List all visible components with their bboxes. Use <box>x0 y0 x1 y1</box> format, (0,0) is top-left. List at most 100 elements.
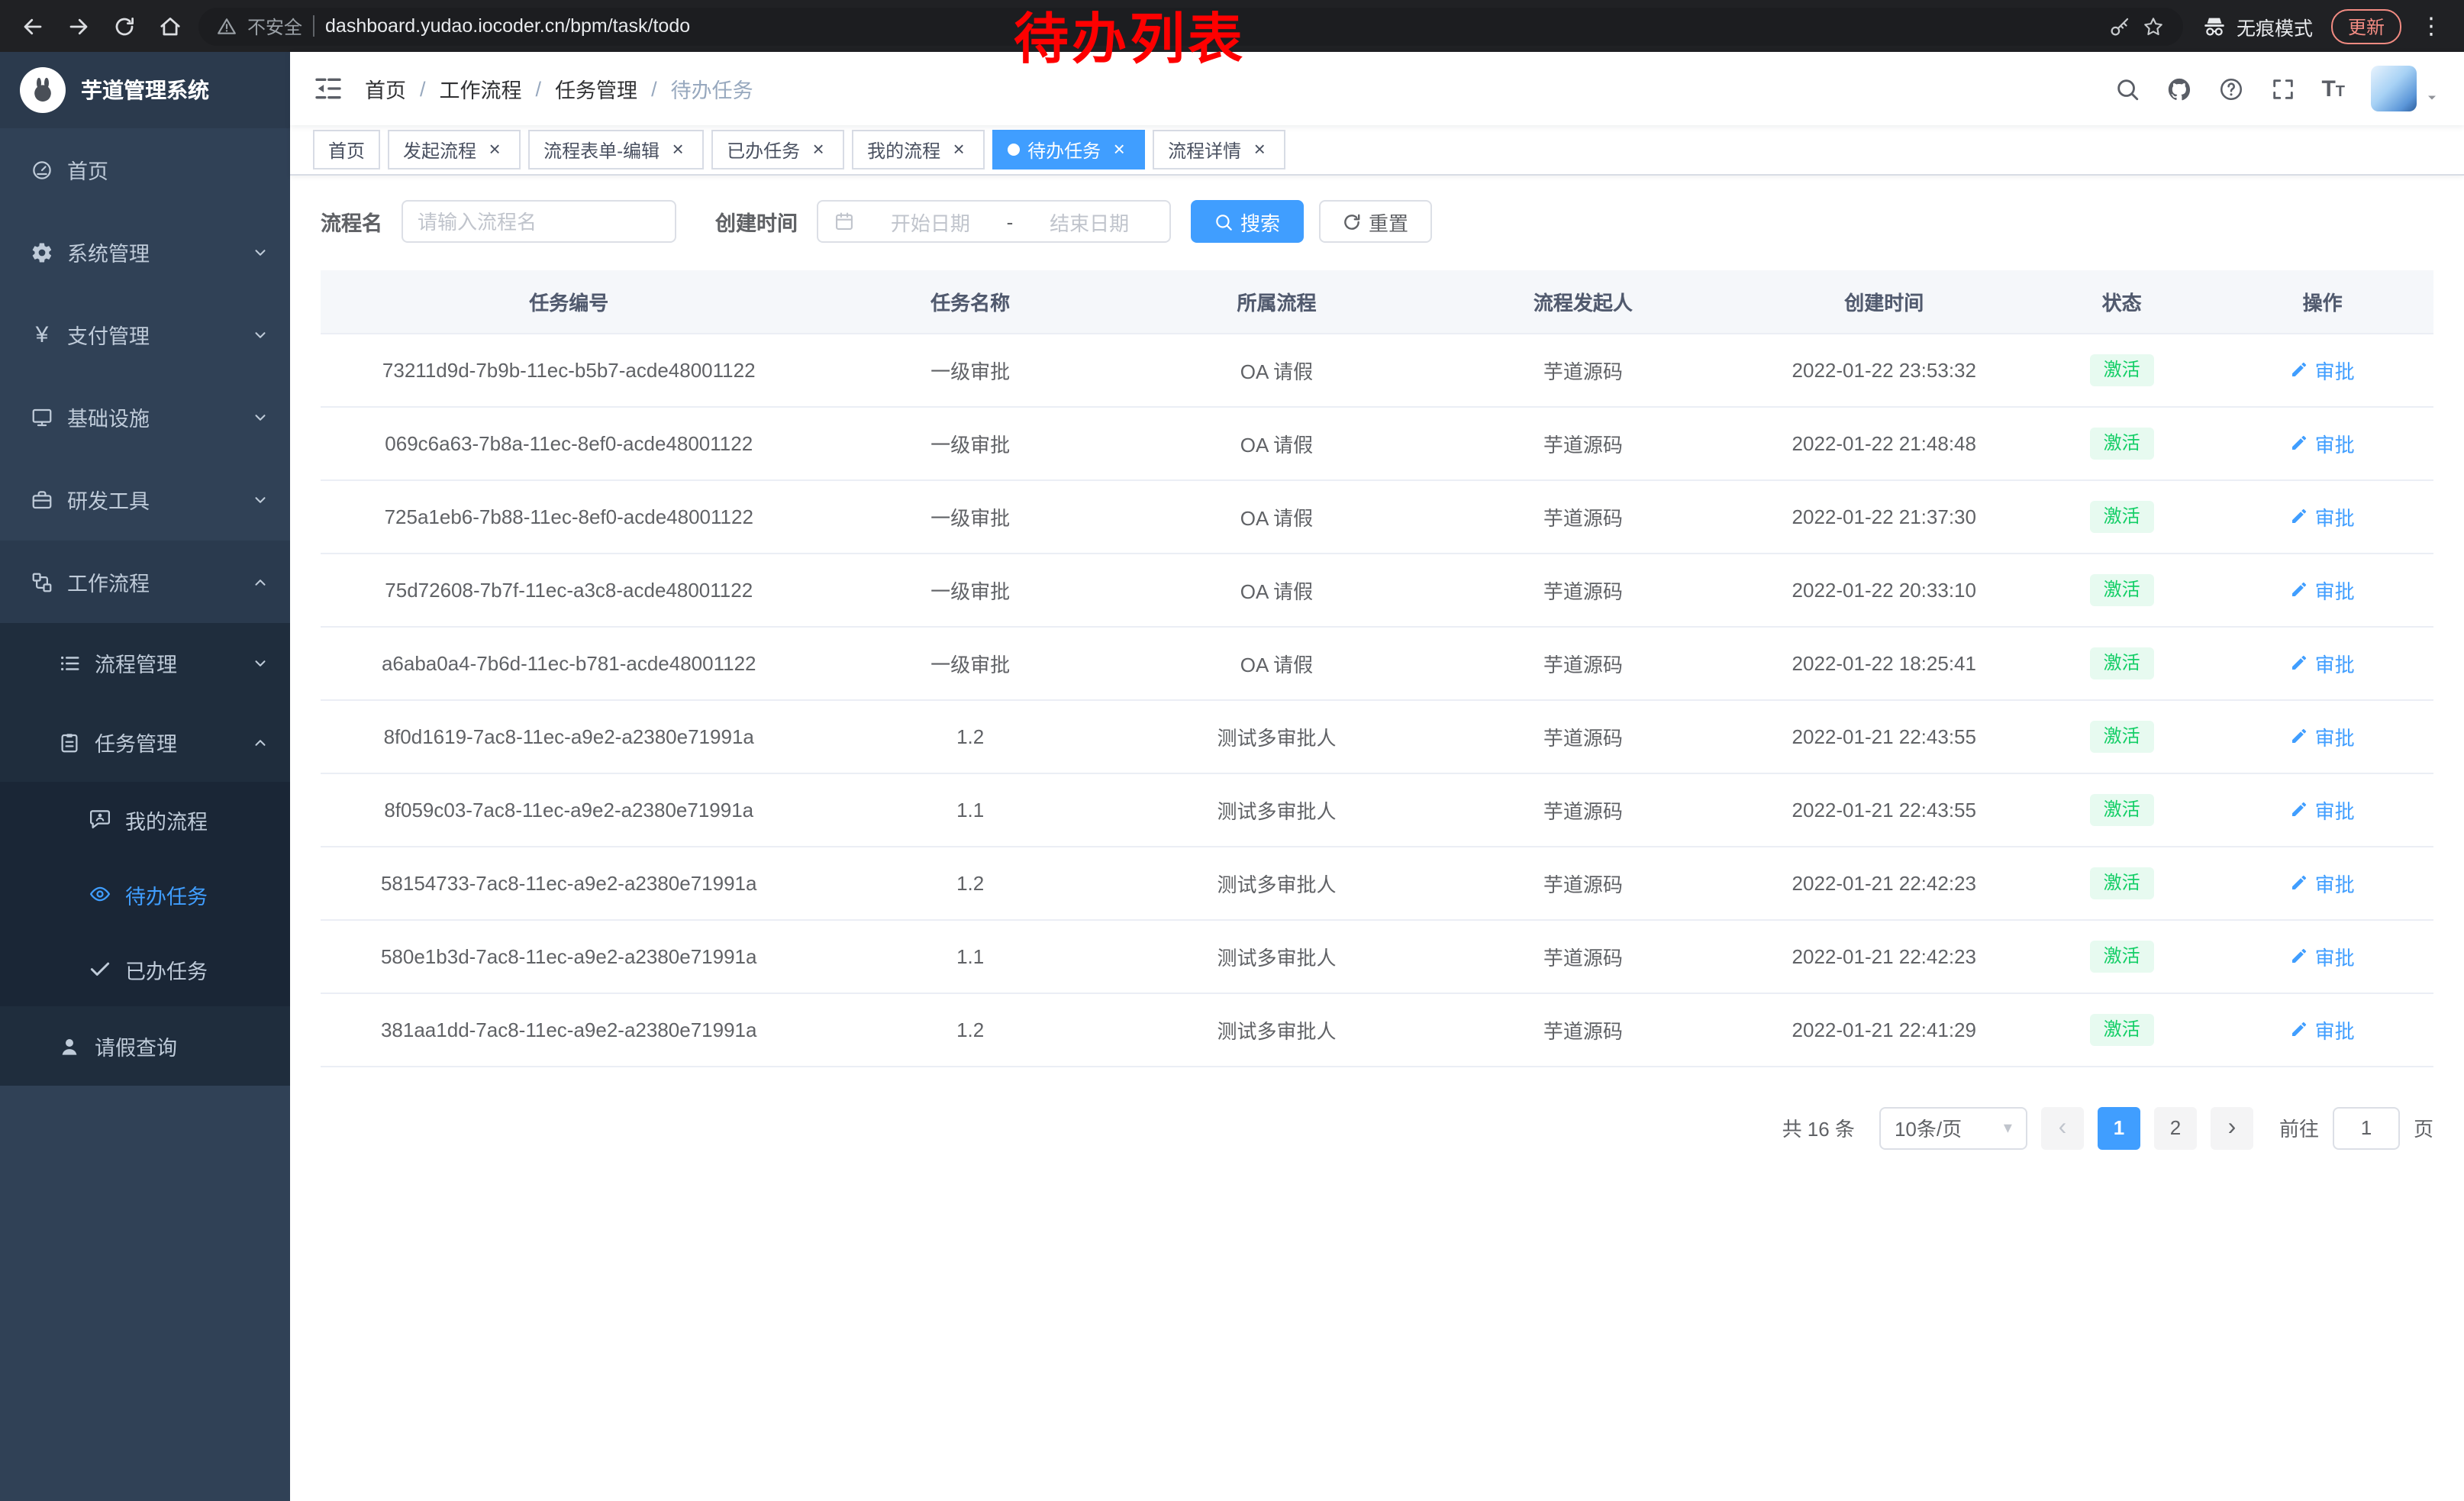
cell-created: 2022-01-22 20:33:10 <box>1737 553 2033 626</box>
font-size-large-glyph: T <box>2321 76 2335 102</box>
process-name-input[interactable] <box>401 200 676 243</box>
cell-created: 2022-01-22 18:25:41 <box>1737 626 2033 699</box>
approve-link[interactable]: 审批 <box>2291 428 2355 457</box>
tags-view: 首页 发起流程 × 流程表单-编辑 × 已办任务 × <box>290 125 2464 176</box>
breadcrumb-home[interactable]: 首页 <box>365 73 406 104</box>
sidebar-collapse-icon[interactable] <box>313 73 343 104</box>
approve-link[interactable]: 审批 <box>2291 648 2355 677</box>
table-row: 58154733-7ac8-11ec-a9e2-a2380e71991a 1.2… <box>321 846 2433 919</box>
user-menu[interactable] <box>2371 66 2441 111</box>
address-bar[interactable]: 不安全 dashboard.yudao.iocoder.cn/bpm/task/… <box>198 7 2183 45</box>
breadcrumb-task-mgmt[interactable]: 任务管理 <box>555 73 637 104</box>
password-key-icon[interactable] <box>2108 15 2131 37</box>
tab-home[interactable]: 首页 <box>313 130 380 169</box>
close-icon[interactable]: × <box>1249 139 1270 160</box>
sidebar-item-leave-query[interactable]: 请假查询 <box>0 1006 290 1086</box>
close-icon[interactable]: × <box>484 139 505 160</box>
sidebar-item-done-task[interactable]: 已办任务 <box>0 931 290 1006</box>
sidebar-item-my-process[interactable]: 我的流程 <box>0 782 290 857</box>
prev-page-button[interactable]: ‹ <box>2041 1106 2084 1149</box>
tab-start-process[interactable]: 发起流程 × <box>388 130 521 169</box>
browser-home-button[interactable] <box>153 9 186 43</box>
cell-process: 测试多审批人 <box>1124 919 1430 993</box>
cell-initiator: 芋道源码 <box>1430 406 1736 479</box>
reset-button-label: 重置 <box>1369 207 1408 236</box>
app-logo[interactable]: 芋道管理系统 <box>0 52 290 128</box>
sidebar-item-todo-task[interactable]: 待办任务 <box>0 857 290 931</box>
close-icon[interactable]: × <box>948 139 969 160</box>
approve-link[interactable]: 审批 <box>2291 575 2355 604</box>
approve-link[interactable]: 审批 <box>2291 355 2355 384</box>
sidebar-item-task-mgmt[interactable]: 任务管理 <box>0 702 290 782</box>
column-initiator: 流程发起人 <box>1430 270 1736 333</box>
sidebar-item-label: 待办任务 <box>125 879 208 909</box>
sidebar-item-process-mgmt[interactable]: 流程管理 <box>0 623 290 702</box>
next-page-button[interactable]: › <box>2211 1106 2253 1149</box>
yen-icon: ¥ <box>31 321 53 347</box>
omnibox-divider <box>313 15 314 37</box>
approve-link-label: 审批 <box>2315 868 2355 897</box>
cell-status: 激活 <box>2032 846 2211 919</box>
bookmark-star-icon[interactable] <box>2142 15 2165 37</box>
search-button[interactable]: 搜索 <box>1190 200 1303 243</box>
close-icon[interactable]: × <box>1108 139 1130 160</box>
cell-created: 2022-01-22 21:48:48 <box>1737 406 2033 479</box>
page-size-select[interactable]: 10条/页 ▾ <box>1879 1106 2027 1149</box>
date-range-separator: - <box>1007 210 1014 233</box>
search-icon[interactable] <box>2114 76 2140 102</box>
cell-task-id: 58154733-7ac8-11ec-a9e2-a2380e71991a <box>321 846 817 919</box>
sidebar-item-home[interactable]: 首页 <box>0 128 290 211</box>
browser-update-button[interactable]: 更新 <box>2331 8 2401 44</box>
navbar: 首页 / 工作流程 / 任务管理 / 待办任务 TT <box>290 52 2464 125</box>
breadcrumb-workflow[interactable]: 工作流程 <box>440 73 522 104</box>
sidebar-item-payment[interactable]: ¥ 支付管理 <box>0 293 290 376</box>
page-button-1[interactable]: 1 <box>2098 1106 2140 1149</box>
goto-page-input[interactable] <box>2333 1106 2400 1149</box>
create-time-range-picker[interactable]: 开始日期 - 结束日期 <box>816 200 1170 243</box>
sidebar-item-infra[interactable]: 基础设施 <box>0 376 290 458</box>
close-icon[interactable]: × <box>667 139 689 160</box>
browser-forward-button[interactable] <box>61 9 95 43</box>
sidebar-item-workflow[interactable]: 工作流程 <box>0 541 290 623</box>
cell-process: 测试多审批人 <box>1124 846 1430 919</box>
approve-link[interactable]: 审批 <box>2291 941 2355 970</box>
approve-link[interactable]: 审批 <box>2291 868 2355 897</box>
browser-reload-button[interactable] <box>107 9 140 43</box>
tab-process-detail[interactable]: 流程详情 × <box>1153 130 1285 169</box>
cell-status: 激活 <box>2032 479 2211 553</box>
browser-menu-icon[interactable]: ⋮ <box>2414 12 2449 40</box>
url-text: dashboard.yudao.iocoder.cn/bpm/task/todo <box>325 15 2098 37</box>
table-row: 580e1b3d-7ac8-11ec-a9e2-a2380e71991a 1.1… <box>321 919 2433 993</box>
github-icon[interactable] <box>2166 76 2191 102</box>
font-size-icon[interactable]: TT <box>2321 77 2345 100</box>
fullscreen-icon[interactable] <box>2269 76 2295 102</box>
sidebar-item-devtools[interactable]: 研发工具 <box>0 458 290 541</box>
tab-done-task[interactable]: 已办任务 × <box>711 130 844 169</box>
toolbox-icon <box>31 488 53 511</box>
cell-action: 审批 <box>2211 919 2433 993</box>
help-icon[interactable] <box>2217 76 2243 102</box>
tab-todo-task[interactable]: 待办任务 × <box>992 130 1145 169</box>
refresh-icon <box>1341 211 1361 231</box>
reset-button[interactable]: 重置 <box>1318 200 1431 243</box>
approve-link[interactable]: 审批 <box>2291 721 2355 750</box>
breadcrumb-separator: / <box>420 77 426 100</box>
filter-form: 流程名 创建时间 开始日期 - 结束日期 搜索 重 <box>321 200 2433 243</box>
cell-action: 审批 <box>2211 699 2433 773</box>
page-button-2[interactable]: 2 <box>2154 1106 2197 1149</box>
edit-pen-icon <box>2291 654 2309 672</box>
approve-link[interactable]: 审批 <box>2291 1015 2355 1044</box>
tab-process-form-edit[interactable]: 流程表单-编辑 × <box>528 130 704 169</box>
cell-status: 激活 <box>2032 699 2211 773</box>
cell-task-id: 069c6a63-7b8a-11ec-8ef0-acde48001122 <box>321 406 817 479</box>
sidebar-item-system[interactable]: 系统管理 <box>0 211 290 293</box>
tab-my-process[interactable]: 我的流程 × <box>852 130 985 169</box>
create-time-label: 创建时间 <box>715 206 798 237</box>
breadcrumb-separator: / <box>536 77 542 100</box>
cell-task-name: 一级审批 <box>817 333 1123 406</box>
tab-label: 流程详情 <box>1168 137 1241 163</box>
approve-link[interactable]: 审批 <box>2291 795 2355 824</box>
approve-link[interactable]: 审批 <box>2291 502 2355 531</box>
browser-back-button[interactable] <box>15 9 49 43</box>
close-icon[interactable]: × <box>808 139 829 160</box>
